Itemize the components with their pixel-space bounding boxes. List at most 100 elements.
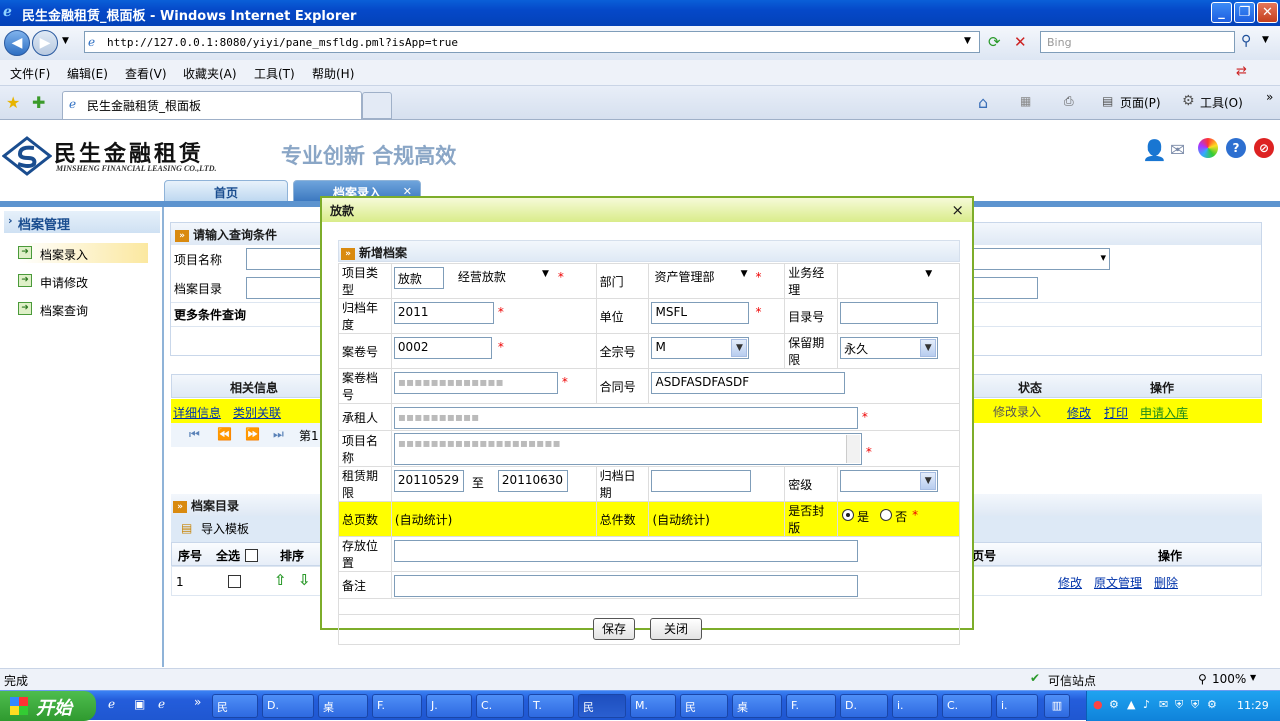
query-select-right[interactable] (972, 248, 1110, 270)
fonds-no-select[interactable]: M ▼ (651, 337, 750, 359)
close-window-button[interactable]: ✕ (1257, 2, 1278, 23)
row-checkbox[interactable] (228, 575, 241, 588)
quicklaunch-more-icon[interactable]: » (194, 695, 201, 709)
lease-to-input[interactable]: 20110630 (497, 470, 568, 492)
menu-view[interactable]: 查看(V) (125, 65, 167, 82)
query-catalog-input[interactable] (246, 277, 326, 299)
tray-icon[interactable]: ● (1093, 698, 1103, 711)
lessee-input[interactable]: ▪▪▪▪▪▪▪▪▪▪ (393, 407, 858, 429)
remarks-input[interactable] (393, 575, 858, 597)
favorites-star-icon[interactable]: ★ (6, 93, 20, 112)
archive-date-input[interactable] (651, 470, 752, 492)
home-icon[interactable]: ⌂ (978, 93, 988, 112)
task-button[interactable]: D. (262, 694, 314, 718)
start-button[interactable]: 开始 (0, 691, 96, 721)
task-button[interactable]: D. (840, 694, 888, 718)
move-up-icon[interactable]: ⇧ (274, 571, 287, 589)
sidebar-item-archive-entry[interactable]: ➜ 档案录入 (18, 243, 148, 263)
lease-from-input[interactable]: 20110529 (393, 470, 464, 492)
textarea-scrollbar[interactable] (845, 435, 860, 463)
help-icon[interactable]: ? (1226, 138, 1246, 158)
mail-icon[interactable]: ✉ (1170, 140, 1185, 161)
tray-icon[interactable]: ▲ (1127, 698, 1135, 711)
tray-icon[interactable]: ✉ (1159, 698, 1168, 711)
query-input-right[interactable] (972, 277, 1038, 299)
sidebar-item-apply-modify[interactable]: ➜ 申请修改 (18, 271, 88, 291)
zoom-dropdown-icon[interactable]: ▼ (1250, 673, 1256, 682)
location-input[interactable] (393, 540, 858, 562)
url-dropdown-icon[interactable]: ▼ (964, 36, 971, 46)
forward-button[interactable]: ▶ (32, 30, 58, 56)
back-button[interactable]: ◀ (4, 30, 30, 56)
modify-link[interactable]: 修改 (1067, 404, 1091, 421)
print-link[interactable]: 打印 (1104, 404, 1128, 421)
feeds-icon[interactable]: ▦ (1020, 94, 1031, 108)
task-button[interactable]: i. (996, 694, 1038, 718)
quicklaunch-icon[interactable]: ℯ (158, 697, 165, 711)
volume-no-input[interactable]: 0002 (393, 337, 492, 359)
tray-icon[interactable]: ⚙ (1207, 698, 1217, 711)
logout-icon[interactable]: ⊘ (1254, 138, 1274, 158)
project-subtype-select[interactable]: 经营放款 ▼ (454, 267, 553, 289)
catalog-modify-link[interactable]: 修改 (1058, 574, 1082, 591)
task-button[interactable]: 桌 (318, 694, 368, 718)
tools-menu[interactable]: 工具(O) (1200, 94, 1243, 111)
volume-file-no-input[interactable]: ▪▪▪▪▪▪▪▪▪▪▪▪▪ (393, 372, 558, 394)
url-input[interactable]: http://127.0.0.1:8080/yiyi/pane_msfldg.p… (84, 31, 980, 53)
prev-page-icon[interactable]: ⏪ (217, 427, 232, 441)
last-page-icon[interactable]: ⏭ (273, 427, 284, 442)
select-all-checkbox[interactable] (245, 549, 258, 562)
page-menu[interactable]: 页面(P) (1120, 94, 1161, 111)
search-input[interactable]: Bing (1040, 31, 1235, 53)
next-page-icon[interactable]: ⏩ (245, 427, 260, 441)
tray-icon[interactable]: ⛨ (1175, 698, 1183, 712)
apply-storage-link[interactable]: 申请入库 (1140, 404, 1188, 421)
sealed-yes-radio[interactable] (842, 509, 855, 521)
task-button[interactable]: 桌 (732, 694, 782, 718)
tray-icon[interactable]: ⛨ (1191, 698, 1199, 712)
color-wheel-icon[interactable] (1198, 138, 1218, 158)
tray-icon[interactable]: ♪ (1143, 698, 1150, 711)
security-zone[interactable]: 可信站点 (1048, 672, 1096, 689)
query-project-input[interactable] (246, 248, 326, 270)
history-dropdown-icon[interactable]: ▼ (62, 36, 69, 46)
refresh-icon[interactable]: ⟳ (988, 33, 1001, 51)
task-button[interactable]: F. (372, 694, 422, 718)
detail-link[interactable]: 详细信息 (173, 404, 221, 421)
manager-select[interactable]: ▼ (840, 267, 937, 289)
browser-tab-active[interactable]: ℯ 民生金融租赁_根面板 (62, 91, 362, 119)
zoom-level[interactable]: 100% (1212, 672, 1246, 686)
quicklaunch-icon[interactable]: ▣ (134, 697, 145, 711)
clock[interactable]: 11:29 (1237, 699, 1269, 712)
task-button[interactable]: C. (476, 694, 524, 718)
dialog-close-icon[interactable]: × (951, 201, 964, 219)
task-button-active[interactable]: 民 (578, 694, 626, 718)
task-button-overflow[interactable]: ▥ (1044, 694, 1070, 718)
tray-icon[interactable]: ⚙ (1109, 698, 1119, 711)
task-button[interactable]: M. (630, 694, 676, 718)
sealed-no-radio[interactable] (880, 509, 893, 521)
first-page-icon[interactable]: ⏮ (189, 427, 200, 442)
chevron-icon[interactable]: » (1266, 90, 1273, 104)
translate-icon[interactable]: ⇄ (1236, 64, 1247, 79)
move-down-icon[interactable]: ⇩ (298, 571, 311, 589)
task-button[interactable]: 民 (680, 694, 728, 718)
task-button[interactable]: C. (942, 694, 992, 718)
archive-year-input[interactable]: 2011 (393, 302, 494, 324)
retention-select[interactable]: 永久 ▼ (840, 337, 939, 359)
task-button[interactable]: T. (528, 694, 574, 718)
query-more-link[interactable]: 更多条件查询 (174, 306, 246, 323)
unit-input[interactable]: MSFL (651, 302, 750, 324)
add-favorite-icon[interactable]: ✚ (32, 93, 45, 112)
task-button[interactable]: i. (892, 694, 938, 718)
project-name-textarea[interactable]: ▪▪▪▪▪▪▪▪▪▪▪▪▪▪▪▪▪▪▪▪ (393, 433, 862, 465)
department-select[interactable]: 资产管理部 ▼ (651, 267, 752, 289)
search-options-icon[interactable]: ▼ (1262, 35, 1269, 45)
stop-icon[interactable]: ✕ (1014, 33, 1027, 51)
print-icon[interactable]: ⎙ (1064, 94, 1074, 109)
task-button[interactable]: 民 (212, 694, 258, 718)
import-template-button[interactable]: 导入模板 (201, 520, 249, 537)
close-dialog-button[interactable]: 关闭 (650, 618, 702, 640)
task-button[interactable]: F. (786, 694, 836, 718)
new-tab-button[interactable] (362, 92, 392, 119)
